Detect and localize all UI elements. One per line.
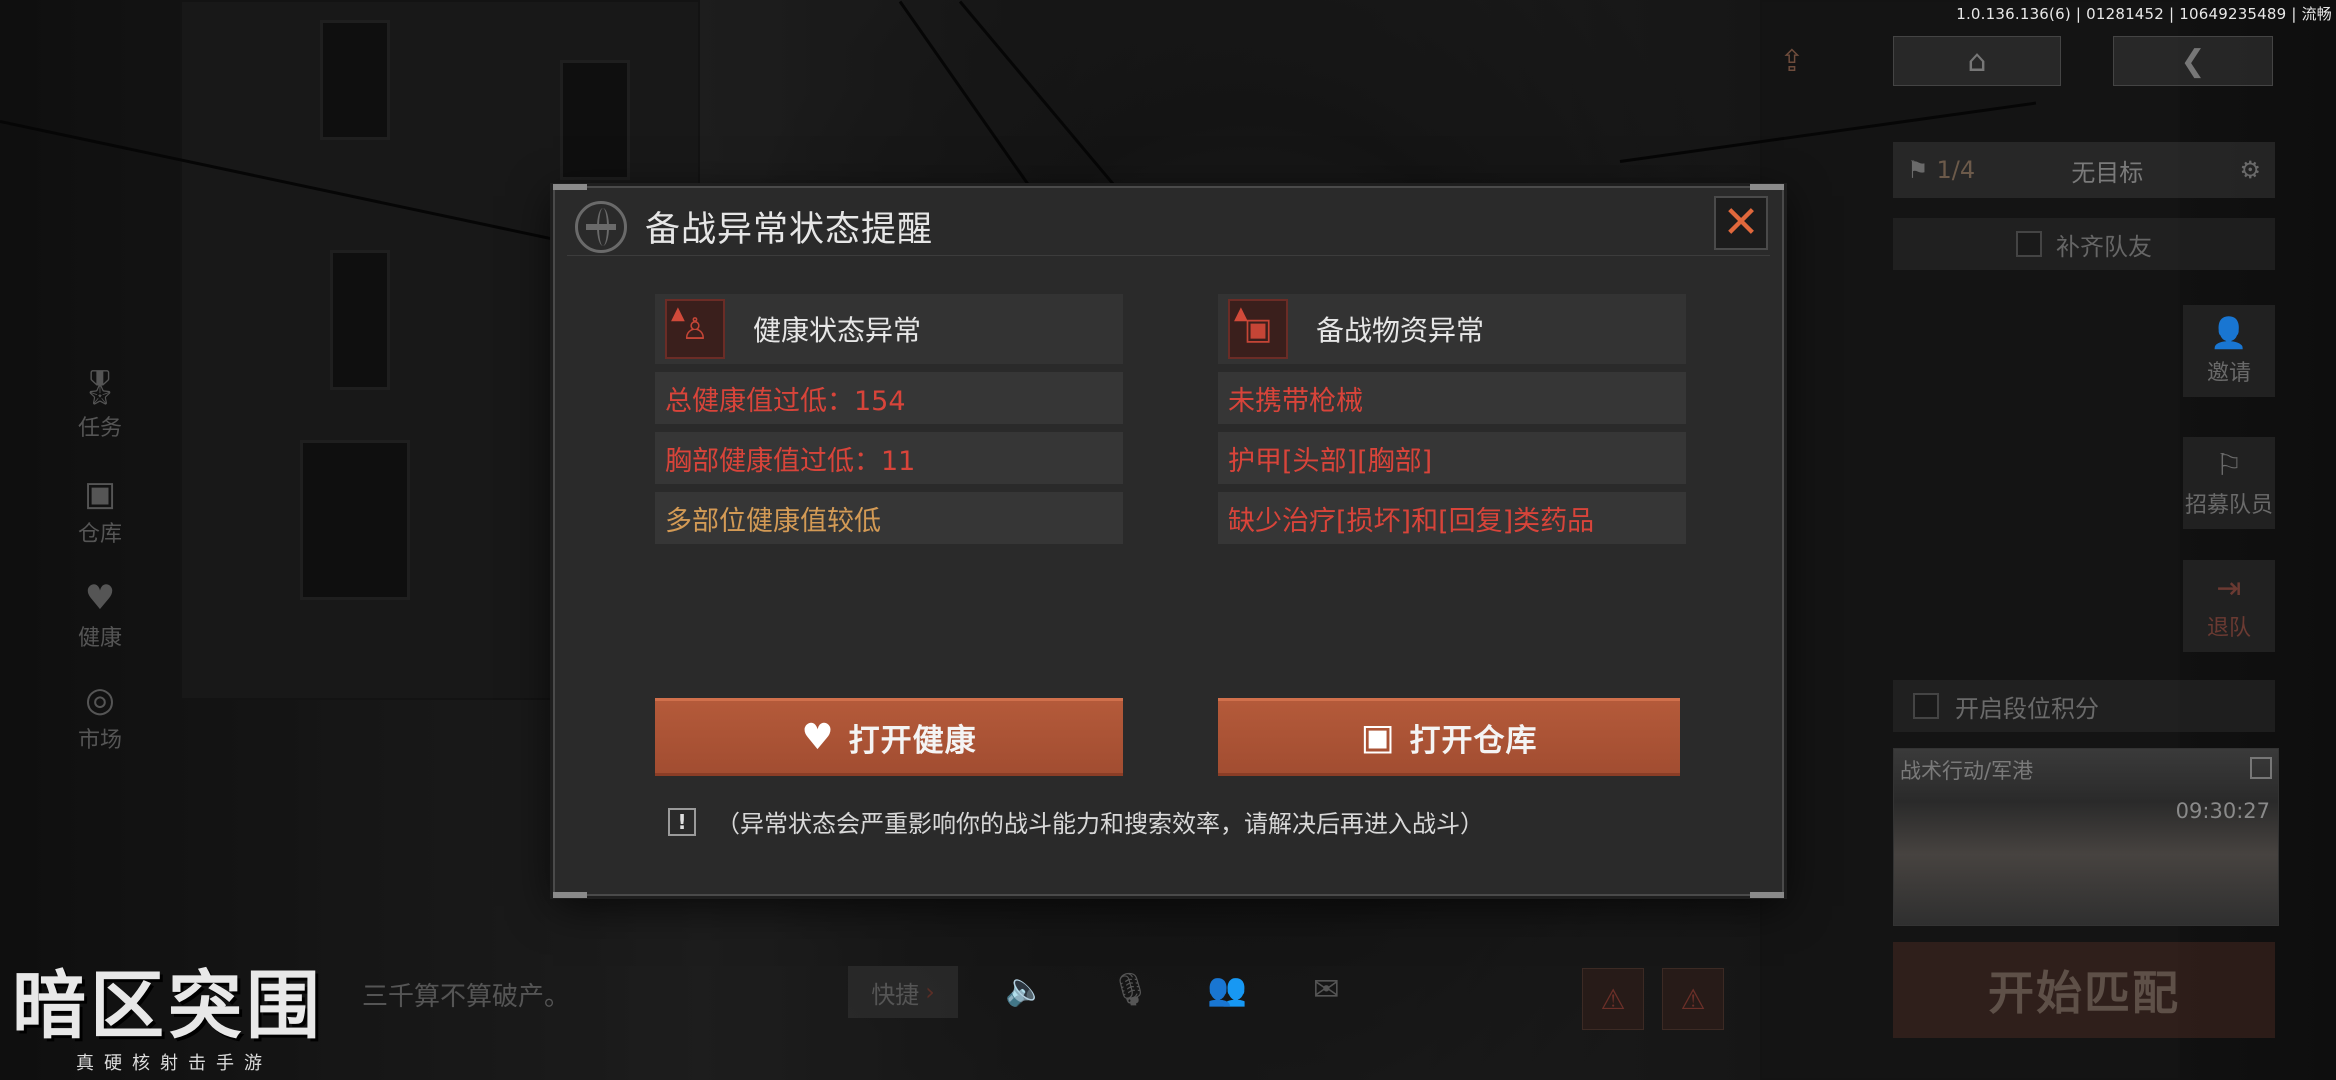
heart-pulse-icon: ♥ — [801, 716, 835, 758]
chat-slogan: 三千算不算破产。 — [362, 982, 571, 1012]
left-menu-health[interactable]: ♥ 健康 — [60, 578, 140, 652]
map-title: 战术行动/军港 — [1900, 759, 2034, 783]
supplies-status-section: ▲ ▣ 备战物资异常 未携带枪械 护甲[头部][胸部] 缺少治疗[损坏]和[回复… — [1218, 294, 1686, 544]
add-user-icon: 👤 — [2210, 315, 2248, 351]
invite-button[interactable]: 👤 邀请 — [2183, 305, 2275, 397]
heart-icon: ♥ — [84, 578, 116, 618]
health-label: 健康 — [77, 626, 122, 651]
supplies-issue-row: 未携带枪械 — [1218, 372, 1686, 424]
health-issue-row: 多部位健康值较低 — [655, 492, 1123, 544]
person-warning-icon: ▲ ♙ — [665, 299, 725, 359]
person-icon: ♙ — [681, 311, 709, 347]
expand-icon[interactable] — [2250, 757, 2272, 779]
globe-icon — [575, 200, 627, 253]
warning-notice: ! （异常状态会严重影响你的战斗能力和搜索效率，请解决后再进入战斗） — [668, 804, 1484, 839]
flag-icon: ⚑ — [1907, 156, 1929, 184]
dialog-header: 备战异常状态提醒 — [567, 198, 1770, 256]
supplies-warning-mini[interactable]: ⚠ — [1662, 968, 1724, 1030]
start-match-button[interactable]: 开始匹配 — [1893, 942, 2275, 1038]
share-button[interactable]: ⇪ — [1762, 36, 1822, 86]
game-logo: 暗区突围 真硬核射击手游 — [12, 963, 362, 1075]
mic-icon[interactable]: 🎙 — [1110, 970, 1151, 1008]
warning-triangle-icon: ▲ — [671, 303, 685, 324]
health-warning-mini[interactable]: ⚠ — [1582, 968, 1644, 1030]
speaker-icon[interactable]: 🔈 — [1005, 970, 1045, 1008]
left-menu-market[interactable]: ◎ 市场 — [60, 680, 140, 754]
home-icon: ⌂ — [1967, 43, 1987, 79]
back-button[interactable]: ❮ — [2113, 36, 2273, 86]
prep-warning-dialog: 备战异常状态提醒 ✕ ▲ ♙ 健康状态异常 总健康值过低：154 胸部健康值过低… — [553, 184, 1784, 898]
ranked-points-toggle[interactable]: 开启段位积分 — [1893, 680, 2275, 732]
quick-button[interactable]: 快捷 › — [848, 966, 958, 1018]
health-issue-row: 总健康值过低：154 — [655, 372, 1123, 424]
quick-label: 快捷 — [871, 980, 920, 1009]
person-icon: ⚠ — [1600, 982, 1626, 1016]
supplies-status-header: ▲ ▣ 备战物资异常 — [1218, 294, 1686, 364]
version-info: 1.0.136.136(6) | 01281452 | 10649235489 … — [1956, 5, 2332, 23]
target-label: 无目标 — [2071, 158, 2144, 187]
game-screen: 1.0.136.136(6) | 01281452 | 10649235489 … — [0, 0, 2336, 1080]
target-count: 1/4 — [1936, 156, 1976, 184]
fill-team-label: 补齐队友 — [2056, 232, 2152, 261]
close-icon: ✕ — [1722, 197, 1760, 248]
chevron-right-icon: › — [925, 978, 935, 1006]
exit-icon: ⇥ — [2216, 570, 2242, 606]
share-icon: ⇪ — [1779, 43, 1805, 79]
gear-icon[interactable]: ⚙ — [2239, 156, 2261, 184]
medal-icon: 🎖 — [78, 368, 122, 408]
logo-title: 暗区突围 — [12, 963, 324, 1049]
open-health-button[interactable]: ♥ 打开健康 — [655, 698, 1123, 776]
fill-team-checkbox[interactable] — [2016, 231, 2042, 257]
leave-label: 退队 — [2206, 615, 2251, 641]
tasks-label: 任务 — [77, 416, 122, 441]
open-health-label: 打开健康 — [848, 722, 977, 759]
leave-team-button[interactable]: ⇥ 退队 — [2183, 560, 2275, 652]
target-row[interactable]: ⚑ 1/4 无目标 ⚙ — [1893, 142, 2275, 198]
home-button[interactable]: ⌂ — [1893, 36, 2061, 86]
close-button[interactable]: ✕ — [1714, 196, 1768, 250]
ranked-points-label: 开启段位积分 — [1955, 694, 2099, 723]
friends-icon[interactable]: 👥 — [1207, 970, 1247, 1008]
health-status-section: ▲ ♙ 健康状态异常 总健康值过低：154 胸部健康值过低：11 多部位健康值较… — [655, 294, 1123, 544]
health-status-header: ▲ ♙ 健康状态异常 — [655, 294, 1123, 364]
chest-icon: ▣ — [1360, 716, 1396, 758]
open-storage-label: 打开仓库 — [1409, 722, 1538, 759]
warning-triangle-icon: ▲ — [1234, 303, 1248, 324]
storage-label: 仓库 — [77, 522, 122, 547]
ranked-points-checkbox[interactable] — [1913, 693, 1939, 719]
recruit-button[interactable]: ⚐ 招募队员 — [2183, 437, 2275, 529]
map-card[interactable]: 战术行动/军港 09:30:27 — [1893, 748, 2279, 926]
health-issue-row: 胸部健康值过低：11 — [655, 432, 1123, 484]
supplies-issue-row: 缺少治疗[损坏]和[回复]类药品 — [1218, 492, 1686, 544]
fill-team-toggle[interactable]: 补齐队友 — [1893, 218, 2275, 270]
chest-icon: ▣ — [83, 474, 117, 514]
dialog-title: 备战异常状态提醒 — [645, 210, 934, 250]
left-menu-tasks[interactable]: 🎖 任务 — [60, 368, 140, 442]
flag-icon: ⚐ — [2215, 447, 2243, 483]
logo-subtitle: 真硬核射击手游 — [76, 1053, 272, 1074]
chest-icon: ⚠ — [1680, 982, 1706, 1016]
mail-icon[interactable]: ✉ — [1313, 970, 1340, 1008]
invite-label: 邀请 — [2206, 360, 2251, 386]
health-status-title: 健康状态异常 — [753, 314, 922, 347]
map-time: 09:30:27 — [2175, 799, 2270, 823]
chest-icon: ▣ — [1243, 311, 1273, 347]
supplies-issue-row: 护甲[头部][胸部] — [1218, 432, 1686, 484]
back-arrow-icon: ❮ — [2180, 43, 2206, 79]
exclamation-icon: ! — [668, 807, 696, 836]
open-storage-button[interactable]: ▣ 打开仓库 — [1218, 698, 1680, 776]
left-menu-storage[interactable]: ▣ 仓库 — [60, 474, 140, 548]
notice-text: （异常状态会严重影响你的战斗能力和搜索效率，请解决后再进入战斗） — [716, 810, 1484, 838]
supplies-status-title: 备战物资异常 — [1316, 314, 1485, 347]
coins-icon: ◎ — [85, 680, 115, 720]
recruit-label: 招募队员 — [2184, 492, 2273, 518]
market-label: 市场 — [77, 728, 122, 753]
chest-warning-icon: ▲ ▣ — [1228, 299, 1288, 359]
